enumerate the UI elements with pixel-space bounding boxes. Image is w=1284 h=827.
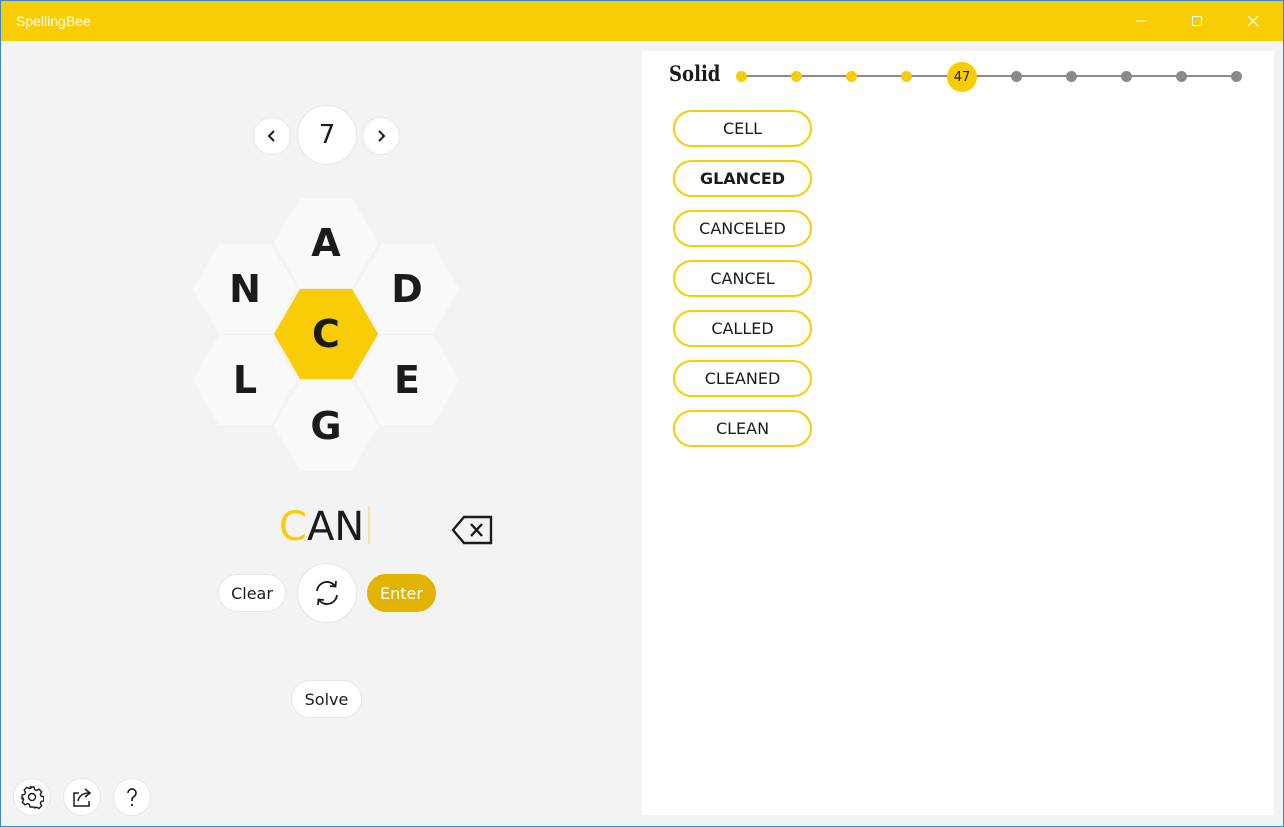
word-entry[interactable]: CAN bbox=[279, 504, 371, 550]
hive-letter-lower-left[interactable]: L bbox=[193, 335, 297, 425]
puzzle-number: 7 bbox=[297, 105, 357, 165]
found-word: CLEAN bbox=[673, 410, 812, 447]
minimize-icon bbox=[1136, 20, 1146, 22]
previous-puzzle-button[interactable] bbox=[253, 117, 291, 155]
hive-letter-lower-right[interactable]: E bbox=[355, 335, 459, 425]
progress-dot bbox=[846, 71, 857, 82]
minimize-button[interactable] bbox=[1113, 1, 1169, 41]
progress-dot bbox=[736, 71, 747, 82]
entry-letters: AN bbox=[306, 504, 365, 550]
hive-letter-bottom[interactable]: G bbox=[274, 381, 378, 471]
app-window: SpellingBee 7 A N D C L E G CAN Clear En… bbox=[0, 0, 1284, 827]
hive-letter-top[interactable]: A bbox=[274, 198, 378, 288]
chevron-left-icon bbox=[267, 130, 275, 142]
backspace-icon bbox=[451, 515, 493, 545]
next-puzzle-button[interactable] bbox=[362, 117, 400, 155]
rank-label: Solid bbox=[669, 61, 721, 86]
progress-dot bbox=[1011, 71, 1022, 82]
close-icon bbox=[1247, 15, 1259, 27]
question-icon bbox=[127, 788, 137, 807]
chevron-right-icon bbox=[378, 130, 386, 142]
found-word: GLANCED bbox=[673, 160, 812, 197]
found-word: CANCEL bbox=[673, 260, 812, 297]
progress-dot bbox=[901, 71, 912, 82]
hive-letter-upper-right[interactable]: D bbox=[355, 244, 459, 334]
hive-letter-upper-left[interactable]: N bbox=[193, 244, 297, 334]
settings-button[interactable] bbox=[13, 778, 51, 816]
entry-center-letter: C bbox=[279, 504, 307, 550]
shuffle-icon bbox=[316, 580, 338, 606]
progress-dot bbox=[1231, 71, 1242, 82]
progress-dot bbox=[1176, 71, 1187, 82]
solve-button[interactable]: Solve bbox=[291, 680, 362, 718]
text-caret bbox=[368, 506, 371, 544]
found-word: CALLED bbox=[673, 310, 812, 347]
window-title: SpellingBee bbox=[16, 13, 91, 29]
score-badge: 47 bbox=[947, 62, 977, 92]
clear-button[interactable]: Clear bbox=[218, 574, 286, 612]
gear-icon bbox=[21, 786, 44, 809]
progress-dot bbox=[1066, 71, 1077, 82]
hive-letter-center[interactable]: C bbox=[274, 289, 378, 379]
maximize-button[interactable] bbox=[1169, 1, 1225, 41]
shuffle-button[interactable] bbox=[297, 563, 357, 623]
progress-track bbox=[742, 75, 1238, 77]
progress-dot bbox=[791, 71, 802, 82]
share-icon bbox=[73, 788, 92, 807]
found-word: CANCELED bbox=[673, 210, 812, 247]
enter-button[interactable]: Enter bbox=[367, 574, 436, 612]
found-words-panel: Solid 47 CELL GLANCED CANCELED CANCEL CA… bbox=[642, 51, 1274, 815]
progress-dot bbox=[1121, 71, 1132, 82]
backspace-button[interactable] bbox=[451, 514, 493, 546]
title-bar[interactable]: SpellingBee bbox=[1, 1, 1283, 41]
share-button[interactable] bbox=[63, 778, 101, 816]
found-word: CELL bbox=[673, 110, 812, 147]
found-word: CLEANED bbox=[673, 360, 812, 397]
close-button[interactable] bbox=[1225, 1, 1281, 41]
maximize-icon bbox=[1192, 16, 1202, 26]
help-button[interactable] bbox=[113, 778, 151, 816]
